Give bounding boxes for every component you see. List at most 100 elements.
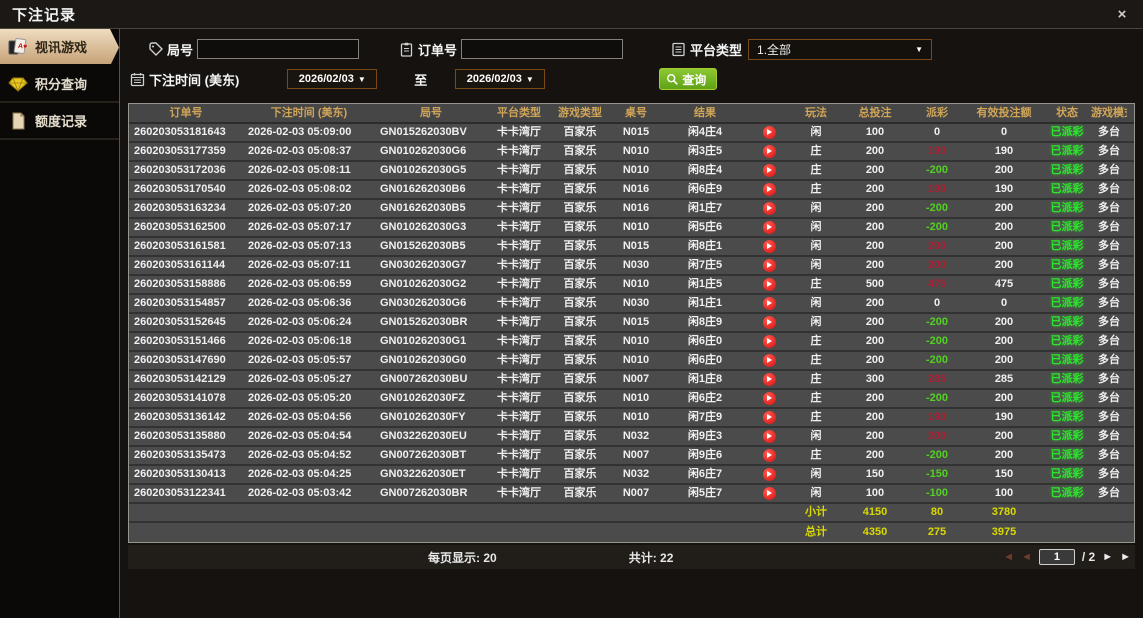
order-number-cell: 260203053158886 [134, 278, 226, 290]
play-button[interactable] [762, 125, 776, 139]
query-button[interactable]: 查询 [659, 68, 718, 90]
play-button[interactable] [762, 258, 776, 272]
order-number-cell: 260203053154857 [134, 297, 226, 309]
table-row[interactable]: 260203053142129 2026-02-03 05:05:27 GN0072… [129, 371, 1134, 390]
payout-cell: 200 [927, 430, 947, 442]
play-button[interactable] [762, 220, 776, 234]
platform-cell: 卡卡湾厅 [497, 316, 541, 328]
payout-cell: -200 [925, 392, 949, 404]
play-button[interactable] [762, 391, 776, 405]
payout-cell: -200 [925, 221, 949, 233]
table-number-cell: N010 [622, 354, 650, 366]
table-row[interactable]: 260203053154857 2026-02-03 05:06:36 GN0302… [129, 295, 1134, 314]
table-number-cell: N030 [622, 297, 650, 309]
order-number-cell: 260203053161581 [134, 240, 226, 252]
result-cell: 闲6庄2 [687, 392, 723, 404]
play-button[interactable] [762, 429, 776, 443]
platform-cell: 卡卡湾厅 [497, 221, 541, 233]
play-icon [767, 243, 772, 250]
play-button[interactable] [762, 239, 776, 253]
play-button[interactable] [762, 448, 776, 462]
game-mode-cell: 多台 [1098, 316, 1120, 328]
bet-time-cell: 2026-02-03 05:09:00 [248, 126, 352, 138]
order-number-input[interactable] [461, 39, 624, 59]
last-page-icon[interactable]: ► [1120, 551, 1131, 563]
table-row[interactable]: 260203053162500 2026-02-03 05:07:17 GN0102… [129, 219, 1134, 238]
bet-type-cell: 闲 [810, 487, 822, 499]
order-number-cell: 260203053161144 [134, 259, 226, 271]
table-row[interactable]: 260203053152645 2026-02-03 05:06:24 GN0152… [129, 314, 1134, 333]
table-row[interactable]: 260203053136142 2026-02-03 05:04:56 GN0102… [129, 409, 1134, 428]
gem-icon [8, 76, 28, 92]
table-number-cell: N032 [622, 468, 650, 480]
round-number-input[interactable] [197, 39, 360, 59]
first-page-icon[interactable]: ◄ [1003, 551, 1014, 563]
sidebar-item-video-games[interactable]: A♥ 视讯游戏 [0, 29, 119, 66]
bet-time-cell: 2026-02-03 05:07:13 [248, 240, 352, 252]
table-row[interactable]: 260203053158886 2026-02-03 05:06:59 GN0102… [129, 276, 1134, 295]
close-icon[interactable]: × [1113, 6, 1131, 23]
total-bet-cell: 200 [865, 259, 885, 271]
play-button[interactable] [762, 486, 776, 500]
total-bet-cell: 150 [865, 468, 885, 480]
result-cell: 闲9庄6 [687, 449, 723, 461]
play-button[interactable] [762, 277, 776, 291]
play-button[interactable] [762, 315, 776, 329]
sidebar-item-points-query[interactable]: 积分查询 [0, 66, 119, 103]
play-button[interactable] [762, 467, 776, 481]
platform-type-select[interactable]: 1.全部 ▼ [748, 38, 933, 60]
platform-type-label: 平台类型 [690, 42, 743, 58]
play-button[interactable] [762, 353, 776, 367]
play-button[interactable] [762, 410, 776, 424]
total-count-label: 共计: 22 [628, 550, 674, 565]
table-row[interactable]: 260203053130413 2026-02-03 05:04:25 GN0322… [129, 466, 1134, 485]
sidebar-item-credit-records[interactable]: 额度记录 [0, 103, 119, 140]
play-cell [747, 275, 791, 294]
play-button[interactable] [762, 201, 776, 215]
play-button[interactable] [762, 372, 776, 386]
table-row[interactable]: 260203053163234 2026-02-03 05:07:20 GN0162… [129, 200, 1134, 219]
table-row[interactable]: 260203053172036 2026-02-03 05:08:11 GN0102… [129, 162, 1134, 181]
result-cell: 闲8庄4 [687, 164, 723, 176]
result-cell: 闲8庄9 [687, 316, 723, 328]
date-to-value: 2026/02/03 [466, 73, 522, 85]
play-cell [747, 218, 791, 237]
date-to-picker[interactable]: 2026/02/03 ▼ [455, 69, 546, 89]
play-button[interactable] [762, 182, 776, 196]
date-from-picker[interactable]: 2026/02/03 ▼ [287, 69, 378, 89]
table-row[interactable]: 260203053177359 2026-02-03 05:08:37 GN0102… [129, 143, 1134, 162]
play-button[interactable] [762, 296, 776, 310]
table-row[interactable]: 260203053161581 2026-02-03 05:07:13 GN0152… [129, 238, 1134, 257]
table-row[interactable]: 260203053151466 2026-02-03 05:06:18 GN0102… [129, 333, 1134, 352]
play-icon [767, 186, 772, 193]
column-header: 派彩 [926, 106, 948, 119]
prev-page-icon[interactable]: ◄ [1021, 551, 1032, 563]
round-number-cell: GN010262030FY [380, 411, 466, 423]
play-icon [767, 338, 772, 345]
page-number-input[interactable] [1038, 549, 1075, 565]
game-mode-cell: 多台 [1098, 449, 1120, 461]
platform-cell: 卡卡湾厅 [497, 240, 541, 252]
round-number-label-group: 局号 [148, 40, 193, 59]
play-button[interactable] [762, 144, 776, 158]
total-bet-cell: 100 [865, 126, 885, 138]
table-row[interactable]: 260203053147690 2026-02-03 05:05:57 GN0102… [129, 352, 1134, 371]
game-type-cell: 百家乐 [563, 145, 597, 157]
table-row[interactable]: 260203053122341 2026-02-03 05:03:42 GN0072… [129, 485, 1134, 504]
next-page-icon[interactable]: ► [1102, 551, 1113, 563]
table-number-cell: N015 [622, 240, 650, 252]
table-row[interactable]: 260203053135473 2026-02-03 05:04:52 GN0072… [129, 447, 1134, 466]
status-cell: 已派彩 [1050, 164, 1084, 176]
table-row[interactable]: 260203053181643 2026-02-03 05:09:00 GN0152… [129, 124, 1134, 143]
game-mode-cell: 多台 [1098, 221, 1120, 233]
play-button[interactable] [762, 334, 776, 348]
payout-cell: -150 [925, 468, 949, 480]
play-button[interactable] [762, 163, 776, 177]
table-row[interactable]: 260203053161144 2026-02-03 05:07:11 GN0302… [129, 257, 1134, 276]
table-row[interactable]: 260203053141078 2026-02-03 05:05:20 GN0102… [129, 390, 1134, 409]
game-type-cell: 百家乐 [563, 411, 597, 423]
status-cell: 已派彩 [1050, 335, 1084, 347]
table-row[interactable]: 260203053170540 2026-02-03 05:08:02 GN0162… [129, 181, 1134, 200]
valid-bet-cell: 0 [1000, 297, 1008, 309]
table-row[interactable]: 260203053135880 2026-02-03 05:04:54 GN0322… [129, 428, 1134, 447]
